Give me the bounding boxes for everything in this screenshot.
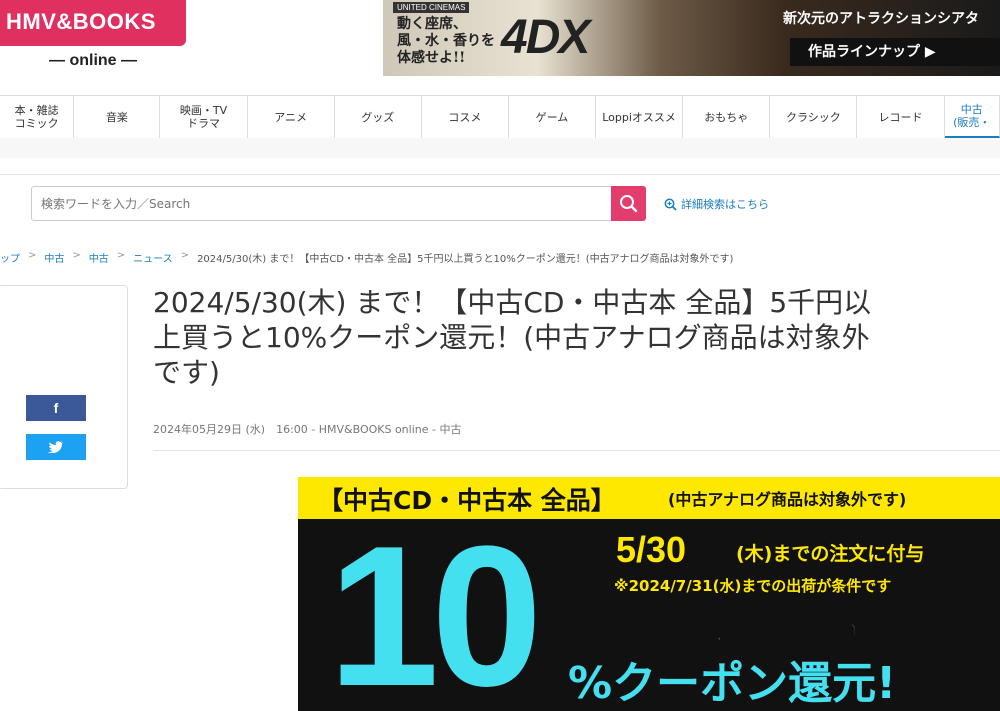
promo-date: 5/30	[616, 529, 687, 570]
nav-item[interactable]: コスメ	[422, 96, 509, 138]
logo-text: HMV&BOOKS	[6, 9, 156, 34]
nav-item[interactable]: 本・雑誌 コミック	[0, 96, 75, 138]
nav-item[interactable]: ゲーム	[509, 96, 597, 138]
breadcrumb-top[interactable]: ップ	[0, 250, 20, 265]
breadcrumb-separator: >	[116, 250, 126, 261]
logo[interactable]: HMV&BOOKS	[0, 0, 186, 46]
nav-item[interactable]: Loppiオススメ	[596, 96, 684, 138]
banner-lineup-button[interactable]: 作品ラインナップ ▶	[790, 38, 1000, 66]
promo-banner: 【中古CD・中古本 全品】 (中古アナログ商品は対象外です) 10 5/30 (…	[298, 477, 1000, 711]
magnifier-plus-icon	[664, 198, 677, 211]
breadcrumb-current: 2024/5/30(木) まで！【中古CD・中古本 全品】5千円以上買うと10%…	[197, 254, 734, 265]
breadcrumb-separator: >	[28, 250, 37, 261]
breadcrumb: ップ > 中古 > 中古 > ニュース > 2024/5/30(木) まで！【中…	[0, 250, 733, 265]
promo-date-rest: (木)までの注文に付与	[736, 543, 925, 565]
advanced-search-label: 詳細検索はこちら	[681, 198, 769, 211]
nav-item[interactable]: クラシック	[770, 96, 858, 138]
nav-item[interactable]: 中古 (販売・	[944, 96, 1000, 138]
article-title: 2024/5/30(木) まで！【中古CD・中古本 全品】5千円以 上買うと10…	[153, 286, 872, 389]
divider	[0, 174, 1000, 175]
promo-headline-sub: (中古アナログ商品は対象外です)	[668, 490, 907, 509]
nav-item[interactable]: グッズ	[335, 96, 422, 138]
logo-subtitle: — online —	[49, 52, 137, 69]
promo-line2: %クーポン還元!	[568, 658, 897, 709]
twitter-icon	[48, 441, 63, 453]
nav-spacer	[0, 138, 1000, 158]
category-nav: 本・雑誌 コミック 音楽 映画・TV ドラマ アニメ グッズ コスメ ゲーム Loppiオスス…	[0, 95, 1000, 139]
breadcrumb-used-sub[interactable]: 中古	[89, 250, 109, 265]
facebook-icon: f	[53, 400, 59, 416]
banner-product: 4DX	[501, 11, 590, 64]
banner-tagline: 新次元のアトラクションシアタ	[783, 11, 979, 27]
promo-big-number: 10	[328, 505, 542, 711]
nav-item[interactable]: 音楽	[74, 96, 161, 138]
facebook-share-button[interactable]: f	[26, 395, 86, 421]
nav-item[interactable]: アニメ	[248, 96, 335, 138]
breadcrumb-separator: >	[72, 250, 81, 261]
search-button[interactable]	[611, 186, 646, 221]
search-icon	[620, 195, 638, 213]
article-meta: 2024年05月29日 (水) 16:00 - HMV&BOOKS online…	[153, 423, 462, 436]
breadcrumb-separator: >	[180, 250, 190, 261]
search-input[interactable]	[31, 186, 611, 221]
ad-banner[interactable]: UNITED CINEMAS 動く座席、 風・水・香りを 体感せよ!! 4DX …	[383, 0, 1000, 76]
advanced-search-link[interactable]: 詳細検索はこちら	[664, 196, 769, 212]
nav-item[interactable]: 映画・TV ドラマ	[160, 96, 248, 138]
divider	[153, 450, 1000, 451]
promo-note: ※2024/7/31(水)までの出荷が条件です	[614, 577, 892, 595]
nav-item[interactable]: おもちゃ	[683, 96, 771, 138]
nav-item[interactable]: レコード	[857, 96, 945, 138]
breadcrumb-used[interactable]: 中古	[44, 250, 64, 265]
twitter-share-button[interactable]	[26, 434, 86, 460]
promo-line1: 五千円以上買うと	[597, 607, 903, 653]
banner-brand: UNITED CINEMAS	[393, 2, 470, 13]
breadcrumb-news[interactable]: ニュース	[133, 250, 173, 265]
banner-slogan: 動く座席、 風・水・香りを 体感せよ!!	[397, 16, 495, 66]
